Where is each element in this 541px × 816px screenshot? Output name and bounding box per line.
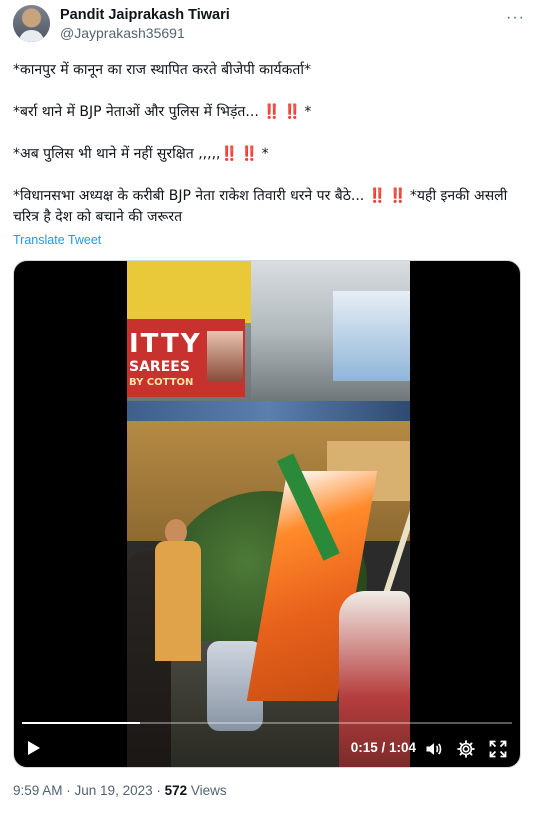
video-person bbox=[155, 541, 201, 661]
video-progress-bar[interactable] bbox=[22, 722, 512, 724]
video-frame[interactable]: ITTY SAREES BY COTTON bbox=[127, 261, 410, 767]
play-icon[interactable] bbox=[28, 741, 40, 755]
fullscreen-icon[interactable] bbox=[488, 739, 508, 759]
views-count: 572 bbox=[164, 783, 188, 798]
gear-icon[interactable] bbox=[456, 739, 476, 759]
user-avatar[interactable] bbox=[13, 5, 50, 42]
meta-separator: · bbox=[62, 783, 75, 798]
shop-sign-sub2: BY COTTON bbox=[129, 377, 194, 388]
tweet-line-2: *बर्रा थाने में BJP नेताओं और पुलिस में … bbox=[13, 102, 528, 123]
double-exclamation-emoji: ‼️ ‼️ bbox=[220, 146, 258, 162]
tweet-line-3-text: *अब पुलिस भी थाने में नहीं सुरक्षित ,,,,… bbox=[13, 146, 221, 162]
video-time: 0:15 / 1:04 bbox=[350, 740, 416, 755]
volume-icon[interactable] bbox=[424, 739, 444, 759]
tweet-line-4: *विधानसभा अध्यक्ष के करीबी BJP नेता राके… bbox=[13, 186, 528, 228]
video-poster bbox=[207, 331, 243, 381]
tweet-meta: 9:59 AM · Jun 19, 2023 · 572 Views bbox=[13, 783, 227, 798]
tweet-line-1: *कानपुर में कानून का राज स्थापित करते बी… bbox=[13, 60, 528, 81]
video-yellow-sign bbox=[127, 261, 251, 323]
author-handle[interactable]: @Jayprakash35691 bbox=[60, 25, 185, 41]
video-progress-fill bbox=[22, 722, 140, 724]
tweet-line-3-end: * bbox=[257, 146, 269, 162]
meta-separator: · bbox=[152, 783, 165, 798]
more-options-icon[interactable]: ··· bbox=[506, 9, 525, 27]
author-name[interactable]: Pandit Jaiprakash Tiwari bbox=[60, 7, 230, 23]
tweet-time[interactable]: 9:59 AM bbox=[13, 783, 63, 798]
video-blue-sign bbox=[333, 291, 410, 381]
video-controls: 0:15 / 1:04 bbox=[14, 731, 520, 765]
tweet-line-1-text: *कानपुर में कानून का राज स्थापित करते बी… bbox=[13, 62, 312, 78]
video-awning bbox=[127, 401, 410, 423]
tweet-text: *कानपुर में कानून का राज स्थापित करते बी… bbox=[13, 60, 528, 249]
views-label: Views bbox=[190, 783, 227, 798]
tweet-line-2-end: * bbox=[299, 104, 312, 120]
double-exclamation-emoji: ‼️ ‼️ bbox=[263, 104, 301, 120]
tweet-header: Pandit Jaiprakash Tiwari @Jayprakash3569… bbox=[13, 5, 531, 43]
tweet-line-2-text: *बर्रा थाने में BJP नेताओं और पुलिस में … bbox=[13, 104, 264, 120]
tweet-line-3: *अब पुलिस भी थाने में नहीं सुरक्षित ,,,,… bbox=[13, 144, 528, 165]
translate-tweet-link[interactable]: Translate Tweet bbox=[13, 233, 101, 247]
double-exclamation-emoji: ‼️ ‼️ bbox=[368, 188, 407, 204]
shop-sign-text: ITTY bbox=[129, 329, 202, 359]
tweet-date[interactable]: Jun 19, 2023 bbox=[75, 783, 153, 798]
shop-sign-sub: SAREES bbox=[129, 359, 190, 375]
tweet-line-4-text: *विधानसभा अध्यक्ष के करीबी BJP नेता राके… bbox=[13, 188, 369, 204]
video-player[interactable]: ITTY SAREES BY COTTON 0:15 / 1:04 bbox=[13, 260, 521, 768]
